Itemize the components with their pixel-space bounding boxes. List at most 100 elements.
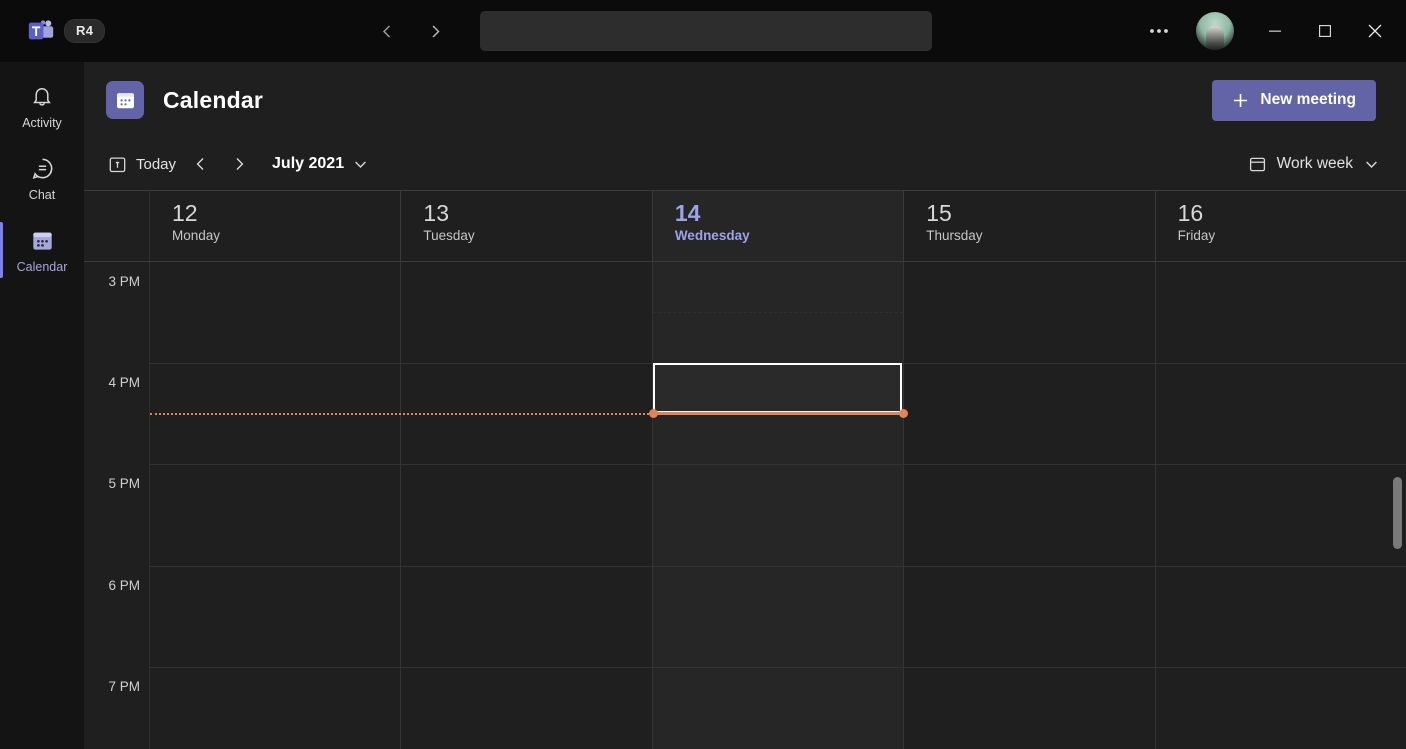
calendar-icon [30,227,55,255]
calendar-scrollbar[interactable] [1393,262,1404,749]
hour-line [150,363,401,364]
sidebar-item-label: Calendar [16,259,68,274]
day-header-wednesday[interactable]: 14 Wednesday [652,191,905,261]
day-number: 15 [926,200,952,226]
chevron-down-icon [1363,156,1380,173]
day-header-row: 12 Monday 13 Tuesday 14 Wednesday 15 Thu… [84,190,1406,262]
sidebar-item-activity[interactable]: Activity [0,70,84,142]
day-name: Tuesday [423,228,475,244]
calendar-page: Calendar New meeting Today July 2021 Wor… [84,62,1406,749]
page-header: Calendar New meeting [84,62,1406,138]
calendar-grid: 12 Monday 13 Tuesday 14 Wednesday 15 Thu… [84,190,1406,749]
plus-icon [1232,92,1249,109]
title-bar-right [1136,8,1406,54]
day-number: 16 [1177,200,1204,226]
calendar-body: 3 PM 4 PM 5 PM 6 PM 7 PM [84,262,1406,749]
hour-line [904,667,1155,668]
hour-line [150,464,401,465]
hour-line [904,363,1155,364]
current-time-line [653,412,904,415]
sidebar-item-label: Activity [22,115,62,130]
view-layout-icon [1248,155,1267,174]
hour-line [401,566,652,567]
title-bar-center [370,11,1136,51]
more-options-button[interactable] [1136,11,1182,51]
hour-label: 5 PM [108,476,140,491]
day-header-thursday[interactable]: 15 Thursday [904,191,1156,261]
day-number: 14 [674,200,701,226]
calendar-toolbar: Today July 2021 Work week [84,138,1406,190]
hour-line [904,464,1155,465]
day-column-friday[interactable] [1155,262,1406,749]
current-time-dot-start [649,409,658,418]
view-label: Work week [1276,155,1353,172]
page-title: Calendar [163,86,264,113]
hour-line [1155,464,1406,465]
hour-label: 7 PM [108,679,140,694]
hour-line [150,667,401,668]
sidebar-item-chat[interactable]: Chat [0,142,84,214]
today-label: Today [136,155,177,173]
new-meeting-button[interactable]: New meeting [1212,79,1376,121]
hour-line [652,464,904,465]
day-column-wednesday[interactable] [652,262,905,749]
hour-label: 3 PM [108,274,140,289]
day-header-monday[interactable]: 12 Monday [150,191,402,261]
day-name: Thursday [926,228,983,244]
forward-button[interactable] [418,14,452,48]
day-name: Wednesday [674,228,750,244]
search-input[interactable] [480,11,932,51]
period-label: July 2021 [272,155,345,172]
time-gutter: 3 PM 4 PM 5 PM 6 PM 7 PM [84,262,150,749]
today-button[interactable]: Today [102,151,182,178]
hour-line [1155,566,1406,567]
next-period-button[interactable] [220,147,258,181]
back-button[interactable] [370,14,404,48]
calendar-app-icon [106,81,144,119]
day-header-friday[interactable]: 16 Friday [1156,191,1406,261]
day-column-monday[interactable] [150,262,402,749]
maximize-button[interactable] [1302,8,1348,54]
day-name: Monday [172,228,221,244]
scrollbar-thumb[interactable] [1393,477,1402,549]
period-picker[interactable]: July 2021 [258,155,369,173]
day-header-tuesday[interactable]: 13 Tuesday [401,191,653,261]
day-number: 13 [423,200,449,226]
bell-icon [30,83,54,111]
avatar[interactable] [1196,12,1234,50]
view-selector[interactable]: Work week [1248,155,1380,174]
time-slot-selection[interactable] [652,363,903,413]
hour-line [401,667,652,668]
app-version-badge: R4 [64,19,106,43]
new-meeting-label: New meeting [1260,91,1356,108]
close-button[interactable] [1352,8,1398,54]
chat-bubble-icon [30,155,55,183]
day-name: Friday [1177,228,1216,244]
title-bar: R4 [0,0,1406,62]
chevron-down-icon [352,156,369,173]
hour-line [652,667,904,668]
timezone-gutter-header [84,191,150,261]
sidebar-item-calendar[interactable]: Calendar [0,214,84,286]
app-rail: Activity Chat Calendar [0,62,84,749]
teams-logo-icon [28,19,54,43]
previous-period-button[interactable] [182,147,220,181]
hour-label: 4 PM [108,375,140,390]
half-hour-line [652,312,904,313]
day-column-thursday[interactable] [904,262,1156,749]
title-bar-left: R4 [0,19,370,43]
day-column-tuesday[interactable] [401,262,653,749]
hour-line [150,566,401,567]
hour-line [401,363,652,364]
current-time-dot-end [899,409,908,418]
hour-line [1155,667,1406,668]
hour-line [652,566,904,567]
sidebar-item-label: Chat [28,187,56,202]
day-number: 12 [172,200,198,226]
teams-window: R4 Activity Chat Calendar Calendar New m… [0,0,1406,749]
minimize-button[interactable] [1252,8,1298,54]
calendar-today-icon [108,155,127,174]
hour-line [904,566,1155,567]
day-columns [150,262,1406,749]
hour-line [401,464,652,465]
